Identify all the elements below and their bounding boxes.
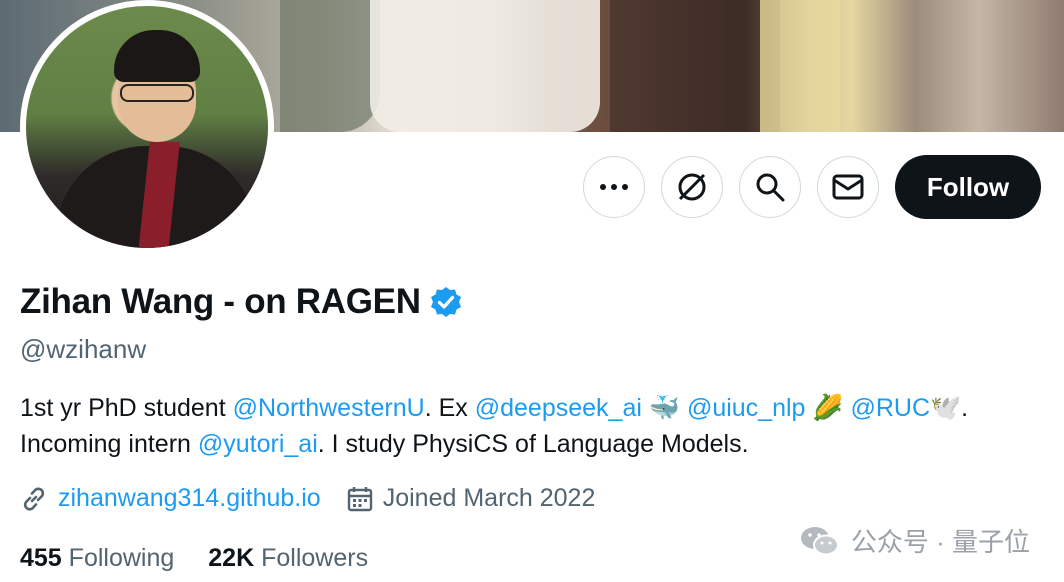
website-link[interactable]: zihanwang314.github.io — [58, 484, 321, 513]
mention-link[interactable]: @NorthwesternU — [233, 394, 425, 422]
search-icon — [756, 173, 785, 202]
profile-handle: @wzihanw — [20, 334, 147, 364]
watermark-text: 公众号 · 量子位 — [850, 527, 1030, 557]
bio-text: Incoming intern — [20, 430, 198, 458]
mail-icon — [832, 174, 864, 200]
bio-line-2: Incoming intern @yutori_ai. I study Phys… — [20, 426, 1050, 462]
following-stat[interactable]: 455 Following — [20, 544, 174, 573]
follow-button[interactable]: Follow — [895, 155, 1041, 219]
wechat-icon — [800, 526, 839, 555]
more-icon — [600, 184, 628, 190]
corn-emoji: 🌽 — [805, 394, 851, 422]
followers-count: 22K — [208, 544, 255, 572]
following-label: Following — [68, 544, 175, 572]
mention-link[interactable]: @yutori_ai — [198, 430, 318, 458]
mention-link[interactable]: @uiuc_nlp — [687, 394, 806, 422]
followers-stat[interactable]: 22K Followers — [208, 544, 368, 573]
joined-date: Joined March 2022 — [382, 484, 596, 512]
joined-item: Joined March 2022 — [347, 484, 596, 513]
verified-badge-icon[interactable] — [429, 285, 463, 319]
display-name: Zihan Wang - on RAGEN — [20, 282, 421, 321]
search-button[interactable] — [739, 156, 801, 218]
profile-bio: 1st yr PhD student @NorthwesternU. Ex @d… — [20, 390, 1050, 462]
bio-text: . I study PhysiCS of Language Models. — [317, 430, 749, 458]
name-row: Zihan Wang - on RAGEN — [20, 282, 463, 322]
message-button[interactable] — [817, 156, 879, 218]
bio-text: 1st yr PhD student — [20, 394, 233, 422]
grok-button[interactable] — [661, 156, 723, 218]
following-count: 455 — [20, 544, 62, 572]
bio-line-1: 1st yr PhD student @NorthwesternU. Ex @d… — [20, 390, 1050, 426]
grok-icon — [678, 173, 706, 201]
mention-link[interactable]: @deepseek_ai — [475, 394, 642, 422]
profile-avatar[interactable] — [20, 0, 274, 254]
link-icon — [23, 486, 45, 511]
bio-text: . Ex — [424, 394, 475, 422]
whale-emoji: 🐳 — [641, 394, 687, 422]
calendar-icon — [347, 486, 372, 511]
website-item: zihanwang314.github.io — [20, 484, 321, 513]
profile-actions: Follow — [583, 155, 1041, 219]
more-button[interactable] — [583, 156, 645, 218]
profile-stats: 455 Following 22K Followers — [20, 544, 402, 573]
mention-link[interactable]: @RUC — [850, 394, 930, 422]
profile-meta: zihanwang314.github.io Joined March 2022 — [20, 484, 621, 513]
followers-label: Followers — [261, 544, 369, 572]
watermark: 公众号 · 量子位 — [799, 522, 1030, 559]
dove-emoji: 🕊️. — [930, 394, 969, 422]
